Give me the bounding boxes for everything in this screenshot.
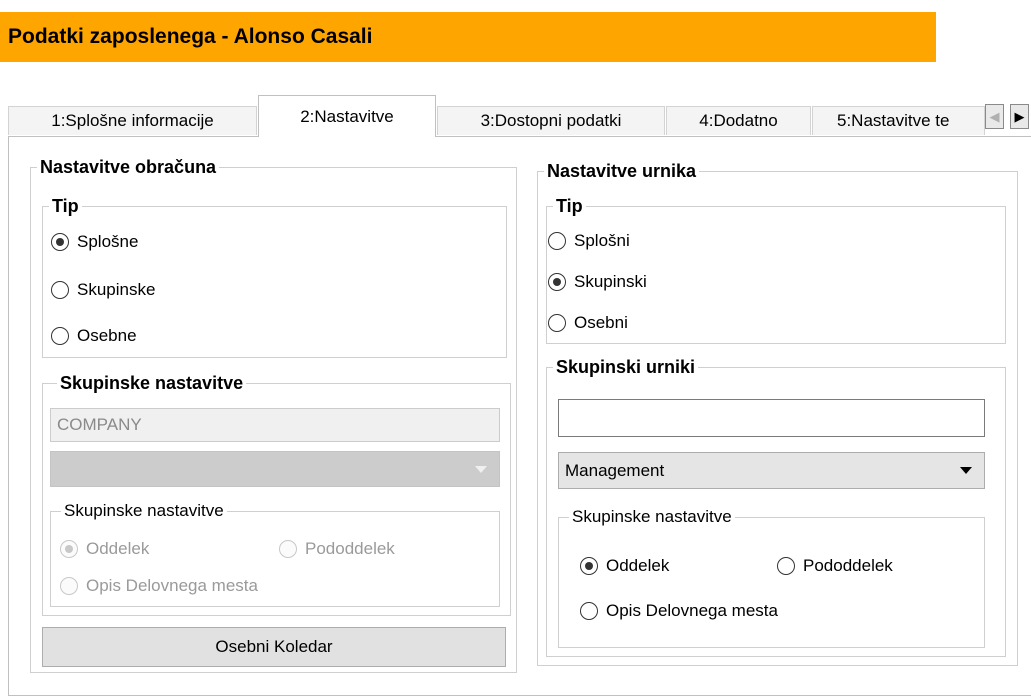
radio-label: Splošne bbox=[77, 232, 139, 251]
radio-icon bbox=[60, 577, 78, 595]
payroll-sub-group-title: Skupinske nastavitve bbox=[61, 500, 227, 522]
radio-label: Splošni bbox=[574, 231, 630, 250]
schedule-settings-title: Nastavitve urnika bbox=[544, 160, 700, 182]
radio-icon bbox=[60, 540, 78, 558]
schedule-group-select[interactable]: Management bbox=[558, 452, 985, 489]
tab-settings[interactable]: 2:Nastavitve bbox=[258, 95, 436, 137]
radio-icon bbox=[548, 273, 566, 291]
radio-label: Pododdelek bbox=[305, 539, 395, 558]
personal-calendar-button[interactable]: Osebni Koledar bbox=[42, 627, 506, 667]
payroll-type-group-radio[interactable]: Skupinske bbox=[51, 280, 155, 300]
payroll-type-personal-radio[interactable]: Osebne bbox=[51, 326, 137, 346]
payroll-group-input[interactable]: COMPANY bbox=[50, 408, 500, 442]
payroll-group-settings-title: Skupinske nastavitve bbox=[57, 372, 247, 394]
schedule-sub-group: Skupinske nastavitve bbox=[558, 506, 985, 648]
payroll-sub-job-description-radio[interactable]: Opis Delovnega mesta bbox=[60, 576, 258, 596]
radio-icon bbox=[51, 281, 69, 299]
tab-label: 1:Splošne informacije bbox=[51, 111, 214, 130]
tab-more-settings[interactable]: 5:Nastavitve te bbox=[812, 106, 985, 135]
payroll-group-select[interactable] bbox=[50, 451, 500, 487]
schedule-group-input[interactable] bbox=[558, 399, 985, 437]
radio-label: Skupinske bbox=[77, 280, 156, 299]
tab-scroll-right-icon[interactable]: ▶ bbox=[1010, 104, 1029, 129]
radio-icon bbox=[51, 233, 69, 251]
payroll-type-general-radio[interactable]: Splošne bbox=[51, 232, 138, 252]
tab-additional[interactable]: 4:Dodatno bbox=[666, 106, 811, 135]
radio-icon bbox=[548, 232, 566, 250]
radio-label: Opis Delovnega mesta bbox=[86, 576, 258, 595]
radio-icon bbox=[51, 327, 69, 345]
radio-label: Oddelek bbox=[86, 539, 150, 558]
radio-label: Oddelek bbox=[606, 556, 670, 575]
schedule-type-personal-radio[interactable]: Osebni bbox=[548, 313, 628, 333]
schedule-type-general-radio[interactable]: Splošni bbox=[548, 231, 630, 251]
radio-icon bbox=[580, 602, 598, 620]
chevron-down-icon bbox=[960, 467, 972, 474]
tab-label: 3:Dostopni podatki bbox=[480, 111, 622, 130]
payroll-settings-title: Nastavitve obračuna bbox=[37, 156, 220, 178]
radio-label: Osebne bbox=[77, 326, 137, 345]
tab-scroll-left-icon[interactable]: ◀ bbox=[985, 104, 1004, 129]
schedule-groups-title: Skupinski urniki bbox=[553, 356, 699, 378]
tab-label: 4:Dodatno bbox=[699, 111, 778, 130]
radio-icon bbox=[279, 540, 297, 558]
radio-label: Pododdelek bbox=[803, 556, 893, 575]
tab-label: 5:Nastavitve te bbox=[837, 111, 950, 130]
window-title: Podatki zaposlenega - Alonso Casali bbox=[8, 25, 373, 48]
tab-general-info[interactable]: 1:Splošne informacije bbox=[8, 106, 257, 135]
payroll-sub-department-radio[interactable]: Oddelek bbox=[60, 539, 149, 559]
radio-icon bbox=[580, 557, 598, 575]
radio-icon bbox=[548, 314, 566, 332]
payroll-type-title: Tip bbox=[49, 195, 82, 217]
radio-icon bbox=[777, 557, 795, 575]
schedule-sub-department-radio[interactable]: Oddelek bbox=[580, 556, 669, 576]
select-value: Management bbox=[565, 460, 665, 480]
schedule-sub-subdepartment-radio[interactable]: Pododdelek bbox=[777, 556, 893, 576]
tab-label: 2:Nastavitve bbox=[300, 106, 394, 126]
schedule-sub-job-description-radio[interactable]: Opis Delovnega mesta bbox=[580, 601, 778, 621]
radio-label: Osebni bbox=[574, 313, 628, 332]
schedule-sub-group-title: Skupinske nastavitve bbox=[569, 506, 735, 528]
chevron-down-icon bbox=[475, 466, 487, 473]
radio-label: Skupinski bbox=[574, 272, 647, 291]
radio-label: Opis Delovnega mesta bbox=[606, 601, 778, 620]
schedule-type-title: Tip bbox=[553, 195, 586, 217]
window-title-bar: Podatki zaposlenega - Alonso Casali bbox=[0, 12, 936, 62]
schedule-type-group-radio[interactable]: Skupinski bbox=[548, 272, 647, 292]
tab-access-data[interactable]: 3:Dostopni podatki bbox=[437, 106, 665, 135]
payroll-sub-subdepartment-radio[interactable]: Pododdelek bbox=[279, 539, 395, 559]
